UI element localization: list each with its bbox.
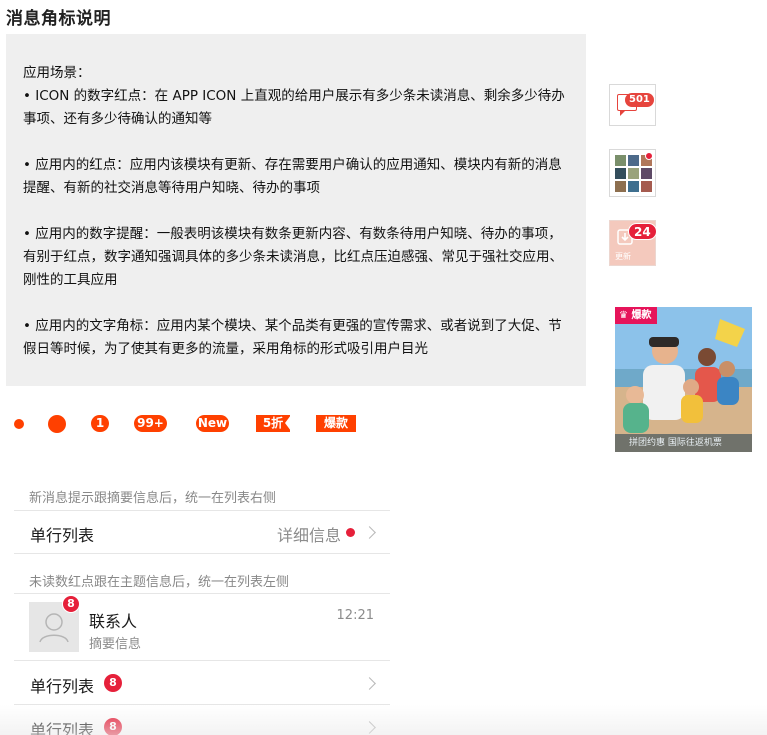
description-item-red-dot: • 应用内的红点：应用内该模块有更新、存在需要用户确认的应用通知、模块内有新的消…: [23, 157, 562, 196]
list-row-detail[interactable]: 单行列表 详细信息: [14, 510, 390, 554]
description-panel: 应用场景： • ICON 的数字红点：在 APP ICON 上直观的给用户展示有…: [6, 34, 586, 386]
list-row-badge[interactable]: 单行列表 8: [14, 705, 390, 735]
app-grid-icon-sample: [609, 149, 656, 197]
beach-group-photo: [615, 307, 752, 452]
promo-image-sample: ♛ 爆款 拼团约惠 国际往返机票: [615, 307, 752, 452]
number-badge-one: 1: [91, 415, 109, 432]
hot-text-badge: 爆款: [316, 415, 356, 432]
unread-count-badge: 8: [104, 718, 122, 735]
caption-badge-right: 新消息提示跟摘要信息后，统一在列表右侧: [29, 491, 277, 506]
row-detail-text: 详细信息: [276, 526, 341, 545]
chat-icon-sample: 501: [609, 84, 656, 126]
row-divider: [14, 510, 390, 511]
row-title: 单行列表: [30, 526, 95, 545]
description-item-icon-number: • ICON 的数字红点：在 APP ICON 上直观的给用户展示有多少条未读消…: [23, 88, 565, 127]
red-dot-badge: [645, 152, 653, 160]
description-heading: 应用场景：: [23, 65, 91, 81]
row-title: 单行列表: [30, 721, 95, 735]
list-row-contact[interactable]: 8 联系人 摘要信息 12:21: [14, 593, 390, 661]
chevron-right-icon: [363, 677, 376, 690]
new-message-red-dot: [346, 528, 355, 537]
unread-count-badge: 8: [62, 595, 80, 613]
chevron-right-icon: [363, 721, 376, 734]
contact-time: 12:21: [336, 608, 374, 623]
row-divider: [14, 553, 390, 554]
row-divider: [14, 593, 390, 594]
hot-item-tag: ♛ 爆款: [615, 307, 658, 324]
promo-caption: 拼团约惠 国际往返机票: [615, 434, 752, 452]
update-icon-sample: 更新 24: [609, 220, 657, 266]
app-grid-icon: [615, 155, 652, 192]
description-item-number-reminder: • 应用内的数字提醒：一般表明该模块有数条更新内容、有数条待用户知晓、待办的事项…: [23, 226, 563, 288]
contact-name: 联系人: [89, 612, 138, 631]
new-text-badge: New: [196, 415, 229, 432]
update-count-badge: 24: [628, 223, 657, 240]
page-title: 消息角标说明: [6, 9, 111, 29]
row-title: 单行列表: [30, 677, 95, 696]
caption-badge-left: 未读数红点跟在主题信息后，统一在列表左侧: [29, 575, 290, 590]
hot-item-tag-label: 爆款: [631, 310, 652, 321]
list-row-badge[interactable]: 单行列表 8: [14, 661, 390, 705]
discount-flag-badge: 5折: [256, 415, 291, 432]
update-label: 更新: [615, 252, 631, 261]
badge-style-examples: 1 99+ New 5折 爆款: [0, 412, 380, 436]
description-item-text-corner-tag: • 应用内的文字角标：应用内某个模块、某个品类有更强的宣传需求、或者说到了大促、…: [23, 318, 562, 357]
small-red-dot-badge: [14, 419, 24, 429]
chevron-right-icon: [363, 526, 376, 539]
large-red-dot-badge: [48, 415, 66, 433]
description-text: 应用场景： • ICON 的数字红点：在 APP ICON 上直观的给用户展示有…: [23, 62, 571, 361]
chat-count-badge: 501: [625, 93, 654, 107]
number-badge-99-plus: 99+: [134, 415, 167, 432]
unread-count-badge: 8: [104, 674, 122, 692]
contact-summary: 摘要信息: [89, 637, 142, 652]
